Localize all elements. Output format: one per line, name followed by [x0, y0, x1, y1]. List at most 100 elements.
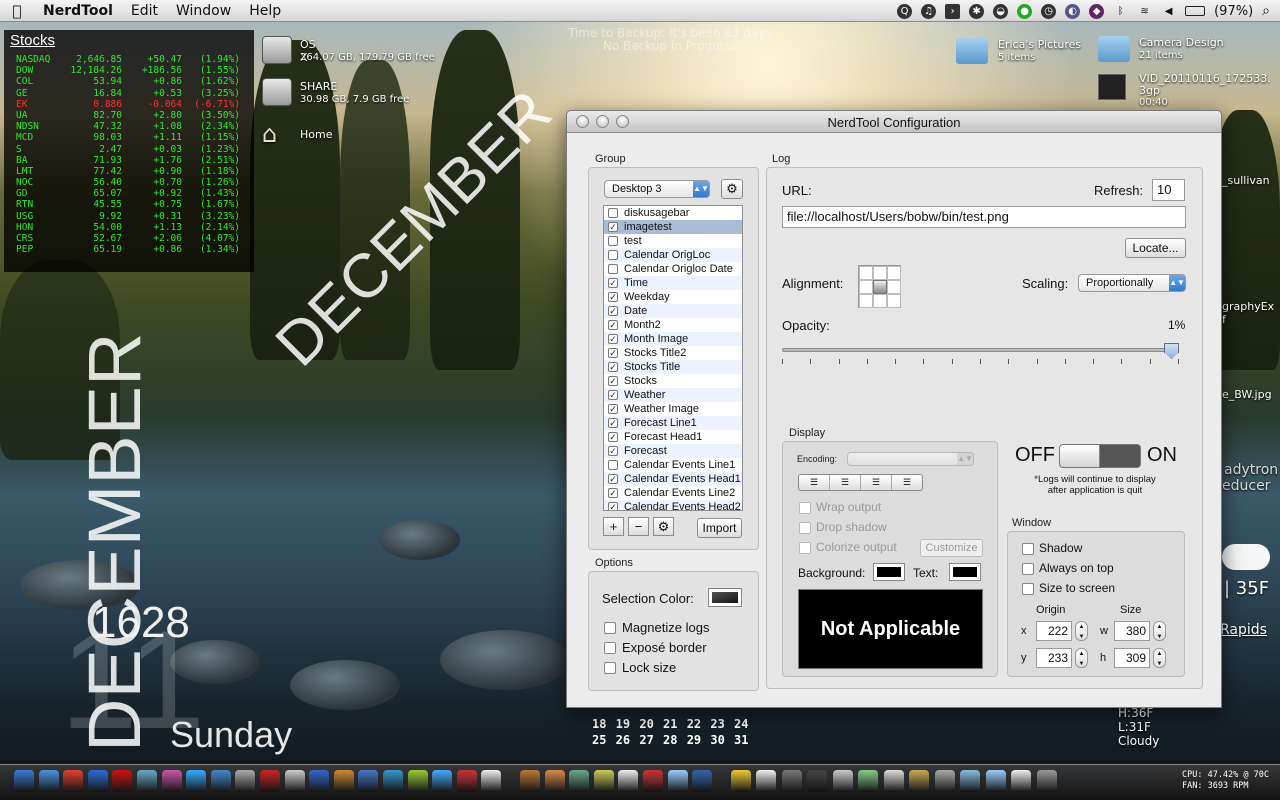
drop-shadow-checkbox[interactable] — [799, 522, 811, 534]
log-enable-checkbox[interactable]: ✓ — [608, 390, 618, 400]
dock-app-icon[interactable] — [235, 770, 256, 792]
size-to-screen-checkbox[interactable] — [1022, 583, 1034, 595]
log-enable-checkbox[interactable]: ✓ — [608, 222, 618, 232]
log-enable-checkbox[interactable]: ✓ — [608, 446, 618, 456]
apple-menu-icon[interactable]:  — [0, 2, 34, 20]
dock-app-icon[interactable] — [309, 770, 330, 792]
align-top-center[interactable] — [873, 266, 887, 280]
log-list-item[interactable]: ✓ Forecast — [604, 444, 742, 458]
dock-app-icon[interactable] — [1036, 770, 1057, 792]
log-enable-checkbox[interactable]: ✓ — [608, 362, 618, 372]
origin-x-stepper[interactable]: ▲ ▼ — [1075, 621, 1088, 641]
always-on-top-checkbox[interactable] — [1022, 563, 1034, 575]
magnetize-checkbox[interactable] — [604, 622, 616, 634]
dock-app-icon[interactable] — [137, 770, 157, 792]
dock-app-icon[interactable] — [781, 770, 802, 792]
log-enable-checkbox[interactable]: ✓ — [608, 278, 618, 288]
wrap-output-checkbox[interactable] — [799, 502, 811, 514]
dock-app-icon[interactable] — [1011, 770, 1032, 792]
url-input[interactable]: file://localhost/Users/bobw/bin/test.png — [782, 206, 1186, 228]
dock-app-icon[interactable] — [520, 770, 540, 792]
wifi-icon[interactable]: ≋ — [1137, 4, 1152, 19]
time-machine-icon[interactable]: ◷ — [1041, 3, 1057, 19]
group-gear-button[interactable]: ⚙ — [721, 179, 743, 199]
quicksilver-icon[interactable]: Q — [897, 3, 913, 19]
expose-border-checkbox[interactable] — [604, 642, 616, 654]
text-color-well[interactable] — [949, 563, 981, 581]
add-log-button[interactable]: + — [603, 517, 624, 536]
log-enable-checkbox[interactable]: ✓ — [608, 320, 618, 330]
dock-app-icon[interactable] — [87, 770, 108, 792]
log-list-item[interactable]: ✓ Month Image — [604, 332, 742, 346]
log-gear-button[interactable]: ⚙ — [653, 517, 674, 536]
size-w-input[interactable]: 380 — [1114, 621, 1150, 641]
group-select[interactable]: Desktop 3 ▲▼ — [604, 180, 710, 198]
dock-app-icon[interactable] — [934, 770, 955, 792]
dock-app-icon[interactable] — [333, 770, 354, 792]
align-justify-icon[interactable]: ☰ — [892, 475, 922, 490]
dock-app-icon[interactable] — [730, 770, 751, 792]
shadow-checkbox[interactable] — [1022, 543, 1034, 555]
bowl-icon[interactable]: ◒ — [993, 3, 1009, 19]
lock-size-checkbox[interactable] — [604, 662, 616, 674]
size-h-input[interactable]: 309 — [1114, 648, 1150, 668]
log-enable-checkbox[interactable]: ✓ — [608, 404, 618, 414]
dock-app-icon[interactable] — [756, 770, 777, 792]
battery-percent[interactable]: (97%) — [1214, 4, 1253, 19]
desktop-file-label[interactable]: _sullivan — [1222, 174, 1270, 187]
dock-app-icon[interactable] — [883, 770, 904, 792]
menu-nerdtool[interactable]: NerdTool — [34, 0, 122, 22]
window-titlebar[interactable]: NerdTool Configuration — [567, 111, 1221, 133]
dock-app-icon[interactable] — [210, 770, 231, 792]
refresh-input[interactable]: 10 — [1152, 179, 1185, 201]
opacity-slider[interactable] — [782, 343, 1179, 371]
desktop-file-label[interactable]: e_BW.jpg — [1222, 388, 1272, 401]
dock-app-icon[interactable] — [832, 770, 853, 792]
dock-app-icon[interactable] — [260, 770, 280, 792]
log-enable-checkbox[interactable]: ✓ — [608, 306, 618, 316]
dock-app-icon[interactable] — [593, 770, 614, 792]
volume-icon[interactable]: ◀ — [1161, 4, 1176, 19]
log-list-item[interactable]: ✓ Calendar Events Line2 — [604, 486, 742, 500]
desktop-file-label[interactable]: adytron — [1224, 462, 1278, 478]
log-list-item[interactable]: ✓ Weather — [604, 388, 742, 402]
desktop-file-label[interactable]: educer — [1222, 478, 1270, 494]
align-top-right[interactable] — [887, 266, 901, 280]
dock-app-icon[interactable] — [909, 770, 930, 792]
align-middle-left[interactable] — [859, 280, 873, 294]
dock-app-icon[interactable] — [186, 770, 207, 792]
locate-button[interactable]: Locate... — [1125, 238, 1186, 258]
dock-app-icon[interactable] — [112, 770, 133, 792]
align-right-icon[interactable]: ☰ — [861, 475, 892, 490]
log-list-item[interactable]: ✓ Weekday — [604, 290, 742, 304]
origin-y-stepper[interactable]: ▲ ▼ — [1075, 648, 1088, 668]
scaling-select[interactable]: Proportionally ▲▼ — [1078, 274, 1186, 292]
log-enable-checkbox[interactable]: ✓ — [608, 488, 618, 498]
origin-x-input[interactable]: 222 — [1036, 621, 1072, 641]
align-top-left[interactable] — [859, 266, 873, 280]
bluetooth-icon[interactable]: ᛒ — [1113, 4, 1128, 19]
battery-icon[interactable] — [1185, 6, 1206, 16]
log-enable-checkbox[interactable] — [608, 250, 618, 260]
dock-app-icon[interactable] — [456, 770, 477, 792]
import-button[interactable]: Import — [697, 518, 742, 538]
status-green-icon[interactable]: ● — [1017, 3, 1033, 19]
log-enable-checkbox[interactable]: ✓ — [608, 348, 618, 358]
align-middle-center[interactable] — [873, 280, 887, 294]
log-enable-checkbox[interactable]: ✓ — [608, 502, 618, 510]
align-bottom-center[interactable] — [873, 294, 887, 308]
dock-app-icon[interactable] — [284, 770, 305, 792]
log-enable-checkbox[interactable] — [608, 208, 618, 218]
dock-app-icon[interactable] — [14, 770, 34, 792]
switch-knob[interactable] — [1060, 445, 1100, 467]
dock-app-icon[interactable] — [544, 770, 565, 792]
log-enable-checkbox[interactable] — [608, 264, 618, 274]
size-w-stepper[interactable]: ▲ ▼ — [1153, 621, 1166, 641]
shield-icon[interactable]: ◆ — [1089, 3, 1105, 19]
selection-color-well[interactable] — [708, 588, 742, 607]
align-bottom-left[interactable] — [859, 294, 873, 308]
log-list-item[interactable]: ✓ Forecast Head1 — [604, 430, 742, 444]
colorize-output-checkbox[interactable] — [799, 542, 811, 554]
dock-app-icon[interactable] — [858, 770, 879, 792]
log-list-item[interactable]: diskusagebar — [604, 206, 742, 220]
